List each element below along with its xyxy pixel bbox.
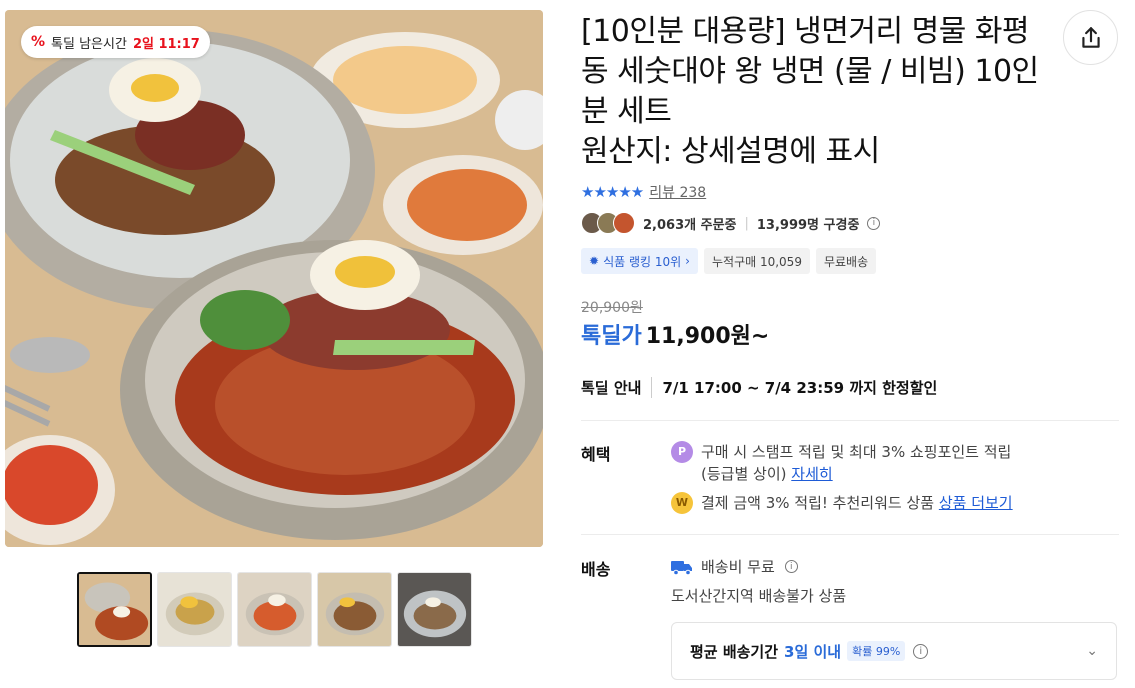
separator: |: [744, 215, 749, 231]
rating-row: ★★★★★ 리뷰 238: [581, 182, 706, 202]
deal-timer-badge: % 톡딜 남은시간 2일 11:17: [21, 26, 210, 58]
shipping-note-text: 도서산간지역 배송불가 상품: [671, 587, 847, 605]
deal-price: 11,900원~: [645, 324, 770, 349]
coin-p-icon: P: [671, 441, 693, 463]
percent-icon: %: [31, 34, 46, 50]
info-icon[interactable]: i: [913, 643, 929, 659]
divider: [581, 534, 1119, 535]
divider: [581, 420, 1119, 421]
benefit-reward-text: 결제 금액 3% 적립! 추천리워드 상품 상품 더보기: [701, 492, 1013, 514]
original-price: 20,900원: [581, 300, 643, 316]
avatar: [613, 212, 635, 234]
deal-label: 톡딜가: [581, 324, 642, 349]
thumbnail-4[interactable]: [317, 572, 392, 647]
thumbnail-image: [238, 573, 311, 646]
benefits-label: 혜택: [581, 445, 611, 464]
thumbnail-2[interactable]: [157, 572, 232, 647]
review-link[interactable]: 리뷰 238: [649, 182, 706, 202]
shipping-fee-row: 배송비 무료 i: [671, 556, 798, 577]
thumbnail-image: [318, 573, 391, 646]
gear-icon: ✹: [589, 254, 600, 268]
shipping-fee: 배송비 무료: [701, 558, 775, 576]
truck-icon: [671, 560, 692, 575]
viewer-count: 13,999명 구경중: [756, 217, 860, 233]
shipping-label: 배송: [581, 560, 611, 579]
share-icon: [1081, 26, 1100, 48]
product-title-text: [10인분 대용량] 냉면거리 명물 화평동 세숫대야 왕 냉면 (물 / 비빔…: [581, 14, 1039, 129]
info-icon[interactable]: i: [867, 216, 881, 230]
avg-delivery-label: 평균 배송기간: [690, 642, 779, 661]
chevron-right-icon: ›: [685, 254, 690, 268]
timer-value: 2일 11:17: [132, 36, 200, 52]
benefit-line1b: (등급별 상이): [701, 465, 787, 483]
thumbnail-image: [79, 574, 150, 645]
purchase-count-tag: 누적구매 10,059: [703, 248, 810, 274]
deal-guide-text: 7/1 17:00 ~ 7/4 23:59 까지 한정할인: [662, 379, 938, 397]
benefit-line1: 구매 시 스탬프 적립 및 최대 3% 쇼핑포인트 적립: [701, 443, 1012, 461]
shipping-note: 도서산간지역 배송불가 상품: [671, 585, 846, 606]
ranking-tag[interactable]: ✹ 식품 랭킹 10위 ›: [581, 248, 698, 274]
more-products-link[interactable]: 상품 더보기: [939, 494, 1013, 512]
deal-price-row: 톡딜가 11,900원~: [581, 318, 769, 350]
detail-link[interactable]: 자세히: [791, 465, 832, 483]
benefit-reward: W 결제 금액 3% 적립! 추천리워드 상품 상품 더보기: [671, 492, 1111, 514]
order-stats: 2,063개 주문중 | 13,999명 구경중 i: [581, 212, 881, 234]
thumbnail-list: [77, 572, 472, 647]
benefit-line2: 결제 금액 3% 적립! 추천리워드 상품: [701, 494, 935, 512]
star-icon: ★★★★★: [581, 183, 644, 201]
thumbnail-5[interactable]: [397, 572, 472, 647]
product-title: [10인분 대용량] 냉면거리 명물 화평동 세숫대야 왕 냉면 (물 / 비빔…: [581, 12, 1041, 172]
benefit-point: P 구매 시 스탬프 적립 및 최대 3% 쇼핑포인트 적립 (등급별 상이) …: [671, 441, 1111, 485]
tag-list: ✹ 식품 랭킹 10위 › 누적구매 10,059 무료배송: [581, 248, 877, 274]
avg-delivery-days: 3일 이내: [784, 642, 842, 661]
buyer-avatars: [581, 212, 635, 234]
deal-guide-label: 톡딜 안내: [581, 377, 653, 398]
thumbnail-1[interactable]: [77, 572, 152, 647]
coin-w-icon: W: [671, 492, 693, 514]
ranking-tag-label: 식품 랭킹 10위: [603, 254, 682, 269]
order-count: 2,063개 주문중: [643, 217, 737, 233]
timer-label: 톡딜 남은시간: [51, 36, 127, 52]
info-icon[interactable]: i: [784, 560, 798, 573]
noodle-illustration: [5, 10, 543, 547]
delivery-period-box[interactable]: 평균 배송기간 3일 이내 확률 99% i ⌄: [671, 622, 1117, 680]
product-origin: 원산지: 상세설명에 표시: [581, 134, 880, 169]
product-main-image[interactable]: % 톡딜 남은시간 2일 11:17: [5, 10, 543, 547]
thumbnail-image: [398, 573, 471, 646]
benefit-point-text: 구매 시 스탬프 적립 및 최대 3% 쇼핑포인트 적립 (등급별 상이) 자세…: [701, 441, 1011, 485]
share-button[interactable]: [1063, 10, 1118, 65]
deal-guide: 톡딜 안내 7/1 17:00 ~ 7/4 23:59 까지 한정할인: [581, 377, 937, 398]
chevron-down-icon[interactable]: ⌄: [1086, 643, 1098, 659]
thumbnail-image: [158, 573, 231, 646]
thumbnail-3[interactable]: [237, 572, 312, 647]
delivery-probability: 확률 99%: [847, 641, 906, 661]
free-shipping-tag: 무료배송: [815, 248, 877, 274]
